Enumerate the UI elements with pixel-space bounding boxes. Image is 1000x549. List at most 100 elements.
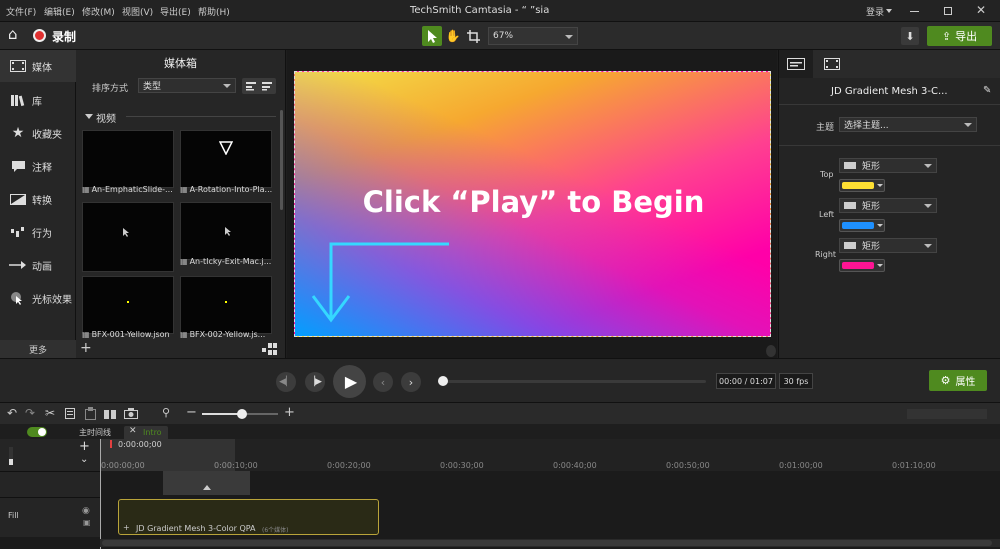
- split-icon[interactable]: [104, 408, 116, 420]
- zoom-select[interactable]: 67%: [488, 27, 578, 45]
- menu-file[interactable]: 文件(F): [6, 5, 36, 18]
- more-button[interactable]: 更多: [29, 343, 47, 356]
- edit-icon[interactable]: ✎: [983, 85, 991, 96]
- close-icon[interactable]: ✕: [129, 426, 137, 436]
- timeline-clip[interactable]: + JD Gradient Mesh 3-Color QPA (6个媒体): [118, 499, 379, 535]
- grid-view-icon[interactable]: [262, 343, 278, 355]
- shape-select-top[interactable]: 矩形: [839, 158, 937, 173]
- undo-icon[interactable]: ↶: [7, 406, 17, 420]
- cut-icon[interactable]: ✂: [45, 406, 55, 420]
- media-thumb[interactable]: [180, 202, 272, 260]
- toggle-switch[interactable]: [27, 427, 47, 437]
- media-label: ▦ BFX-002-Yellow.js...: [180, 330, 266, 339]
- nav-item-behaviors[interactable]: 行为: [0, 216, 76, 248]
- nav-item-media[interactable]: 媒体: [0, 50, 76, 82]
- list-view-icon[interactable]: [246, 81, 256, 91]
- theme-select[interactable]: 选择主题...: [839, 117, 977, 132]
- export-button[interactable]: ⇪ 导出: [927, 26, 992, 46]
- close-icon[interactable]: ✕: [976, 3, 986, 17]
- behavior-icon: [6, 226, 30, 238]
- next-marker-button[interactable]: ›: [401, 372, 421, 392]
- lock-icon[interactable]: ▣: [83, 518, 91, 527]
- properties-icon: [787, 58, 805, 70]
- film-icon: ▦: [82, 185, 90, 194]
- prev-marker-button[interactable]: ‹: [373, 372, 393, 392]
- zoom-in-icon[interactable]: +: [284, 405, 295, 420]
- menu-view[interactable]: 视图(V): [122, 5, 153, 18]
- play-button[interactable]: ▶: [333, 365, 366, 398]
- view-toggle[interactable]: [242, 78, 276, 94]
- menu-modify[interactable]: 修改(M): [82, 5, 115, 18]
- add-media-icon[interactable]: +: [80, 340, 92, 356]
- scrub-handle[interactable]: [438, 376, 448, 386]
- pan-tool-button[interactable]: ✋: [443, 26, 463, 46]
- zoom-slider-handle[interactable]: [237, 409, 247, 419]
- record-icon[interactable]: [33, 29, 46, 42]
- media-thumb[interactable]: [82, 276, 174, 334]
- ruler-tick: 0:00:40;00: [553, 461, 597, 470]
- crop-tool-button[interactable]: [463, 26, 483, 46]
- media-thumb[interactable]: [180, 130, 272, 188]
- maximize-icon[interactable]: [944, 7, 952, 15]
- step-back-button[interactable]: ◀▏: [276, 372, 296, 392]
- canvas-resize-handle[interactable]: [766, 345, 776, 357]
- arrow-graphic: [311, 242, 449, 323]
- timeline-overview[interactable]: [907, 409, 987, 419]
- menu-help[interactable]: 帮助(H): [198, 5, 230, 18]
- track-height-slider[interactable]: [9, 447, 13, 465]
- copy-icon[interactable]: [65, 408, 76, 420]
- shape-select-right[interactable]: 矩形: [839, 238, 937, 253]
- media-thumb[interactable]: [82, 130, 174, 188]
- record-button[interactable]: 录制: [52, 28, 76, 45]
- search-icon[interactable]: ⚲: [162, 406, 170, 419]
- home-icon[interactable]: ⌂: [8, 25, 18, 43]
- login-link[interactable]: 登录: [866, 5, 884, 18]
- properties-label: 属性: [955, 377, 976, 388]
- paste-icon[interactable]: [85, 407, 97, 420]
- playhead-line[interactable]: [100, 439, 101, 549]
- timeline-scroll-thumb[interactable]: [102, 540, 992, 546]
- scrub-track[interactable]: [442, 380, 706, 383]
- select-tool-button[interactable]: [422, 26, 442, 46]
- properties-button[interactable]: ⚙ 属性: [929, 370, 987, 391]
- selection-range[interactable]: [100, 439, 235, 471]
- chevron-down-icon[interactable]: [85, 114, 93, 119]
- nav-item-favorites[interactable]: ★ 收藏夹: [0, 117, 76, 149]
- tab-visual-properties[interactable]: [779, 50, 813, 78]
- gear-icon: ⚙: [940, 374, 951, 387]
- media-scrollbar[interactable]: [280, 110, 283, 210]
- eye-icon[interactable]: ◉: [82, 506, 90, 516]
- tab-intro[interactable]: ✕ Intro: [124, 426, 168, 439]
- menu-edit[interactable]: 编辑(E): [44, 5, 75, 18]
- sort-select[interactable]: 类型: [138, 78, 236, 93]
- color-picker-top[interactable]: [839, 179, 885, 192]
- download-icon[interactable]: ⬇: [901, 27, 919, 45]
- media-thumb[interactable]: [82, 202, 174, 272]
- chevron-down-icon[interactable]: [886, 9, 892, 13]
- nav-item-transitions[interactable]: 转换: [0, 183, 76, 215]
- color-picker-left[interactable]: [839, 219, 885, 232]
- camera-icon[interactable]: [124, 408, 138, 419]
- add-track-icon[interactable]: +: [79, 439, 90, 454]
- collapse-icon[interactable]: ⌄: [80, 454, 88, 465]
- minimize-icon[interactable]: [910, 11, 919, 12]
- nav-item-animations[interactable]: 动画: [0, 249, 76, 281]
- nav-item-library[interactable]: 库: [0, 84, 76, 116]
- menu-export[interactable]: 导出(E): [160, 5, 191, 18]
- media-thumb[interactable]: [180, 276, 272, 334]
- redo-icon[interactable]: ↷: [25, 406, 35, 420]
- track-gap[interactable]: [163, 471, 250, 495]
- color-picker-right[interactable]: [839, 259, 885, 272]
- nav-item-annotations[interactable]: 注释: [0, 150, 76, 182]
- step-forward-button[interactable]: ▕▶: [305, 372, 325, 392]
- clip-expand-icon[interactable]: +: [123, 523, 130, 532]
- sort-order-icon[interactable]: [262, 81, 272, 91]
- zoom-out-icon[interactable]: −: [186, 405, 197, 420]
- tab-media-properties[interactable]: [815, 50, 849, 78]
- timeline-scrollbar[interactable]: [100, 539, 1000, 547]
- timeline-toolbar: ↶ ↷ ✂ ⚲ − +: [0, 402, 1000, 424]
- tab-main-timeline[interactable]: 主时间线: [79, 427, 111, 438]
- shape-select-left[interactable]: 矩形: [839, 198, 937, 213]
- video-canvas[interactable]: Click “Play” to Begin: [294, 71, 771, 337]
- nav-item-cursor-effects[interactable]: 光标效果: [0, 282, 76, 314]
